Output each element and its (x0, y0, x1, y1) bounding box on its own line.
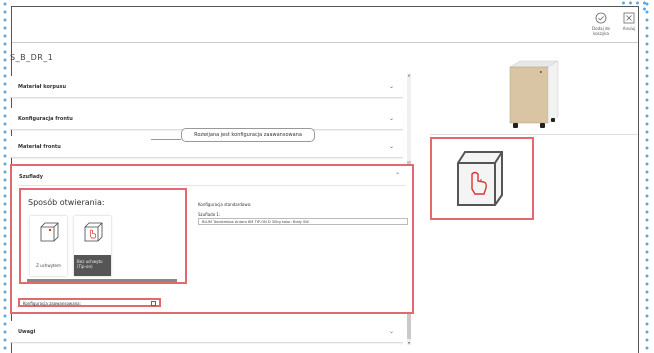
chevron-down-icon: ⌄ (388, 83, 394, 90)
cancel-label: Anuluj (622, 26, 636, 31)
divider (18, 185, 406, 186)
opening-type-label: Sposób otwierania: (28, 198, 105, 207)
add-to-cart-button[interactable]: Dodaj do koszyka (588, 12, 614, 36)
option-scrollbar[interactable] (27, 279, 177, 282)
drawer-1-label: Szuflada 1: (198, 212, 221, 217)
advanced-config-toggle[interactable]: Konfiguracja zaawansowana: (18, 298, 161, 307)
accordion-drawers-expanded: Szuflady ⌃ Sposób otwierania: Z uchwytem… (10, 164, 414, 314)
decorative-dots-left (3, 0, 7, 353)
cube-dot-icon (40, 222, 59, 242)
top-toolbar: Dodaj do koszyka Anuluj (12, 7, 638, 43)
add-to-cart-label: Dodaj do koszyka (592, 26, 610, 36)
cabinet-image (509, 60, 559, 128)
decorative-dots-right (645, 0, 649, 353)
opening-option-with-handle[interactable]: Z uchwytem (30, 216, 67, 276)
close-box-icon (623, 12, 635, 24)
drawer-1-field[interactable]: BLUM Tandembox Antaro 8M TIP-ON D 30kg k… (198, 218, 408, 225)
chevron-down-icon: ⌄ (388, 143, 394, 150)
selected-option-preview (430, 137, 534, 220)
product-title: S_B_DR_1 (10, 53, 54, 62)
product-preview-panel (430, 53, 638, 135)
accordion-label: Materiał frontu (18, 144, 61, 150)
scroll-up-arrow[interactable]: ▲ (407, 73, 411, 77)
callout-connector (151, 139, 181, 140)
standard-config-label: Konfiguracja standardowa: (198, 202, 252, 207)
accordion-notes[interactable]: Uwagi ⌄ (10, 321, 403, 343)
cancel-button[interactable]: Anuluj (620, 12, 638, 31)
accordion-label: Uwagi (18, 329, 36, 335)
accordion-label: Materiał korpusu (18, 84, 67, 90)
accordion-front-config[interactable]: Konfiguracja frontu ⌄ (10, 108, 403, 130)
cube-hand-icon (457, 151, 503, 206)
cube-hand-icon (84, 222, 103, 242)
opening-option-tip-on[interactable]: Bez uchwytu (Tip-on) (74, 216, 111, 276)
chevron-down-icon: ⌄ (388, 328, 394, 335)
check-circle-icon (595, 12, 607, 24)
chevron-down-icon: ⌄ (388, 115, 394, 122)
chevron-up-icon[interactable]: ⌃ (395, 172, 400, 179)
option-caption: Bez uchwytu (Tip-on) (74, 255, 111, 276)
opening-type-group: Sposób otwierania: Z uchwytem Bez uchwyt… (19, 188, 187, 284)
scroll-down-arrow[interactable]: ▼ (407, 341, 411, 345)
accordion-body-material[interactable]: Materiał korpusu ⌄ (10, 76, 403, 98)
advanced-config-checkbox[interactable] (151, 301, 156, 306)
annotation-callout: Rozwijana jest konfiguracja zaawansowana (181, 128, 315, 142)
accordion-label: Konfiguracja frontu (18, 116, 73, 122)
accordion-label[interactable]: Szuflady (19, 174, 43, 180)
option-caption: Z uchwytem (36, 263, 61, 268)
advanced-config-label: Konfiguracja zaawansowana: (23, 301, 81, 306)
